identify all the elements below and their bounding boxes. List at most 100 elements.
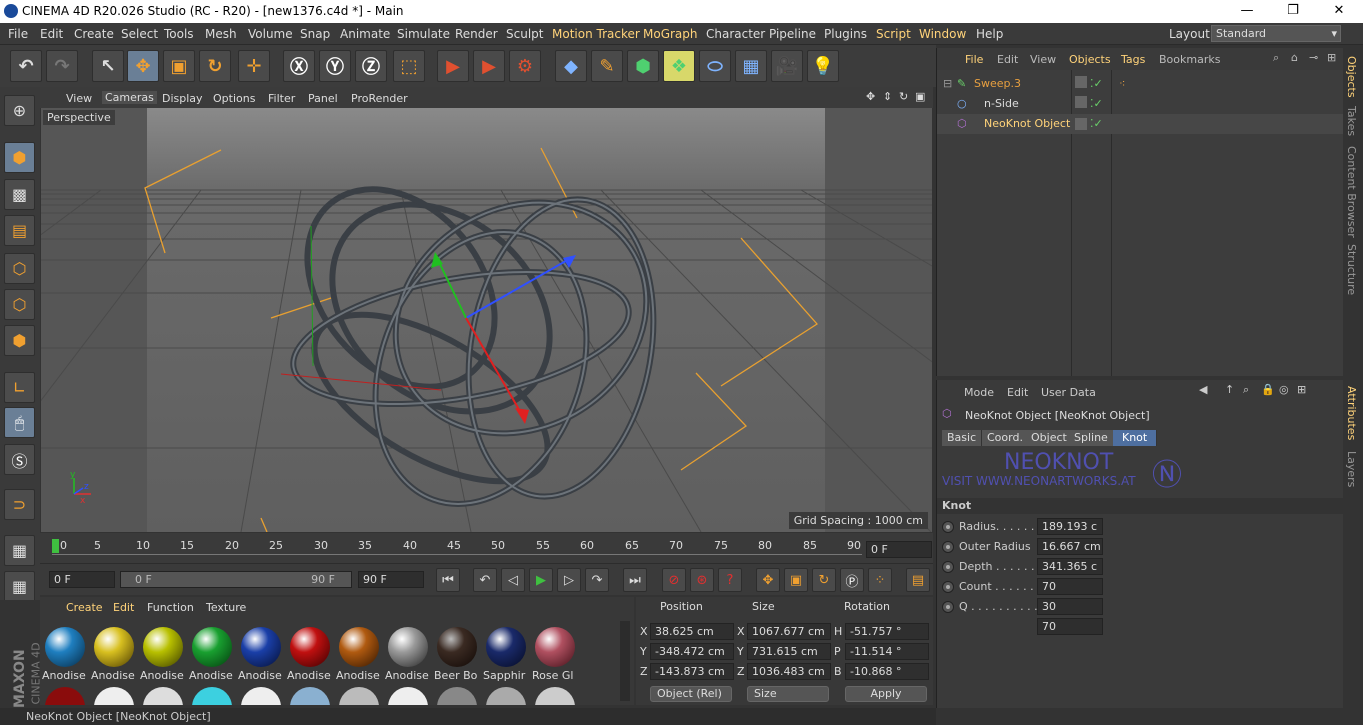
scale-tool-icon[interactable]: ▣ bbox=[163, 50, 195, 82]
menu-pipeline[interactable]: Pipeline bbox=[769, 27, 816, 41]
rot-h-field[interactable]: -51.757 ° bbox=[845, 623, 929, 640]
material-swatch[interactable]: Anodise bbox=[287, 624, 333, 682]
frame-range-slider[interactable]: 0 F 90 F bbox=[120, 571, 352, 588]
radius-field[interactable]: 189.193 c bbox=[1037, 518, 1103, 535]
menu-snap[interactable]: Snap bbox=[300, 27, 330, 41]
menu-simulate[interactable]: Simulate bbox=[397, 27, 450, 41]
tab-coord[interactable]: Coord. bbox=[982, 430, 1029, 446]
menu-render[interactable]: Render bbox=[455, 27, 498, 41]
material-preview[interactable] bbox=[192, 687, 232, 705]
side-tab-layers[interactable]: Layers bbox=[1345, 451, 1358, 487]
deformer-icon[interactable]: ⬭ bbox=[699, 50, 731, 82]
texture-mode-icon[interactable]: ▩ bbox=[4, 179, 35, 210]
previous-key-icon[interactable]: ↶ bbox=[473, 568, 497, 592]
material-preview[interactable] bbox=[437, 687, 477, 705]
home-icon[interactable]: ⌂ bbox=[1291, 51, 1298, 64]
material-menu-edit[interactable]: Edit bbox=[113, 601, 134, 614]
subdivision-icon[interactable]: ⬢ bbox=[627, 50, 659, 82]
side-tab-takes[interactable]: Takes bbox=[1345, 106, 1358, 136]
key-point-level-icon[interactable]: ⁘ bbox=[868, 568, 892, 592]
material-preview[interactable] bbox=[143, 687, 183, 705]
collapse-icon[interactable]: ⊟ bbox=[943, 74, 952, 94]
3d-viewport[interactable]: y z x Perspective Grid Spacing : 1000 cm bbox=[41, 108, 932, 532]
menu-script[interactable]: Script bbox=[876, 27, 911, 41]
side-tab-content-browser[interactable]: Content Browser bbox=[1345, 146, 1358, 238]
size-x-field[interactable]: 1067.677 cm bbox=[747, 623, 831, 640]
menu-motion-tracker[interactable]: Motion Tracker bbox=[552, 27, 640, 41]
tweak-mode-icon[interactable]: 🖱 bbox=[4, 407, 35, 438]
keyframe-selection-icon[interactable]: ? bbox=[718, 568, 742, 592]
previous-frame-icon[interactable]: ◁ bbox=[501, 568, 525, 592]
next-frame-icon[interactable]: ▷ bbox=[557, 568, 581, 592]
timeline-window-icon[interactable]: ▤ bbox=[906, 568, 930, 592]
menu-help[interactable]: Help bbox=[976, 27, 1003, 41]
animate-radio[interactable] bbox=[942, 541, 954, 553]
key-scale-icon[interactable]: ▣ bbox=[784, 568, 808, 592]
object-row[interactable]: ○ n-Side ⁚✓ bbox=[937, 94, 1344, 114]
menu-create[interactable]: Create bbox=[74, 27, 114, 41]
rotate-tool-icon[interactable]: ↻ bbox=[199, 50, 231, 82]
material-swatch[interactable]: Anodise bbox=[91, 624, 137, 682]
q-field[interactable]: 30 bbox=[1037, 598, 1103, 615]
tag-icon[interactable]: ⁖ bbox=[1119, 74, 1125, 94]
object-row[interactable]: ⊟ ✎ Sweep.3 ⁚✓ ⁖ bbox=[937, 74, 1344, 94]
animate-radio[interactable] bbox=[942, 561, 954, 573]
menu-mesh[interactable]: Mesh bbox=[205, 27, 237, 41]
material-swatch[interactable]: Anodise bbox=[336, 624, 382, 682]
visibility-checkmark-icon[interactable]: ⁚✓ bbox=[1090, 74, 1103, 94]
layer-icon[interactable] bbox=[1075, 96, 1087, 108]
autokey-icon[interactable]: ⊛ bbox=[690, 568, 714, 592]
material-preview[interactable] bbox=[339, 687, 379, 705]
material-preview[interactable] bbox=[241, 687, 281, 705]
search-icon[interactable]: ⌕ bbox=[1273, 51, 1279, 65]
material-menu-texture[interactable]: Texture bbox=[206, 601, 246, 614]
current-frame-field[interactable]: 0 F bbox=[866, 541, 932, 558]
material-swatch[interactable]: Anodise bbox=[140, 624, 186, 682]
next-key-icon[interactable]: ↷ bbox=[585, 568, 609, 592]
solo-mode-icon[interactable]: Ⓢ bbox=[4, 444, 35, 475]
count-field[interactable]: 70 bbox=[1037, 578, 1103, 595]
coordinate-system-icon[interactable]: ⬚ bbox=[393, 50, 425, 82]
maximize-button[interactable]: ❐ bbox=[1270, 0, 1316, 23]
model-mode-icon[interactable]: ⬢ bbox=[4, 142, 35, 173]
viewport-menu-panel[interactable]: Panel bbox=[308, 92, 338, 105]
size-mode-dropdown[interactable]: Size bbox=[747, 686, 829, 702]
key-position-icon[interactable]: ✥ bbox=[756, 568, 780, 592]
viewport-menu-view[interactable]: View bbox=[66, 92, 92, 105]
layout-dropdown[interactable]: Standard ▾ bbox=[1211, 25, 1341, 42]
material-swatch[interactable]: Anodise bbox=[238, 624, 284, 682]
material-preview[interactable] bbox=[290, 687, 330, 705]
end-frame-field[interactable]: 90 F bbox=[358, 571, 424, 588]
menu-window[interactable]: Window bbox=[919, 27, 966, 41]
viewport-menu-filter[interactable]: Filter bbox=[268, 92, 295, 105]
menu-file[interactable]: File bbox=[8, 27, 28, 41]
attributes-menu-user-data[interactable]: User Data bbox=[1041, 386, 1096, 399]
menu-character[interactable]: Character bbox=[706, 27, 765, 41]
back-arrow-icon[interactable]: ◀ bbox=[1199, 383, 1207, 396]
menu-edit[interactable]: Edit bbox=[40, 27, 63, 41]
lock-x-axis-icon[interactable]: Ⓧ bbox=[283, 50, 315, 82]
material-preview[interactable] bbox=[486, 687, 526, 705]
material-swatch[interactable]: Anodise bbox=[42, 624, 88, 682]
viewport-rotate-icon[interactable]: ↻ bbox=[899, 90, 908, 103]
lock-y-axis-icon[interactable]: Ⓨ bbox=[319, 50, 351, 82]
viewport-menu-options[interactable]: Options bbox=[213, 92, 255, 105]
material-swatch[interactable]: Beer Bo bbox=[434, 624, 480, 682]
menu-animate[interactable]: Animate bbox=[340, 27, 390, 41]
material-swatch[interactable]: Anodise bbox=[189, 624, 235, 682]
menu-plugins[interactable]: Plugins bbox=[824, 27, 867, 41]
menu-sculpt[interactable]: Sculpt bbox=[506, 27, 543, 41]
target-icon[interactable]: ◎ bbox=[1279, 383, 1289, 396]
key-rotation-icon[interactable]: ↻ bbox=[812, 568, 836, 592]
viewport-menu-prorender[interactable]: ProRender bbox=[351, 92, 408, 105]
redo-icon[interactable]: ↷ bbox=[46, 50, 78, 82]
search-icon[interactable]: ⌕ bbox=[1243, 383, 1249, 397]
points-mode-icon[interactable]: ⬡ bbox=[4, 253, 35, 284]
go-to-start-icon[interactable]: ⏮ bbox=[436, 568, 460, 592]
objects-menu-file[interactable]: File bbox=[965, 53, 983, 66]
objects-menu-view[interactable]: View bbox=[1030, 53, 1056, 66]
undo-icon[interactable]: ↶ bbox=[10, 50, 42, 82]
objects-menu-objects[interactable]: Objects bbox=[1069, 53, 1111, 66]
menu-select[interactable]: Select bbox=[121, 27, 158, 41]
up-arrow-icon[interactable]: ↑ bbox=[1225, 383, 1234, 396]
